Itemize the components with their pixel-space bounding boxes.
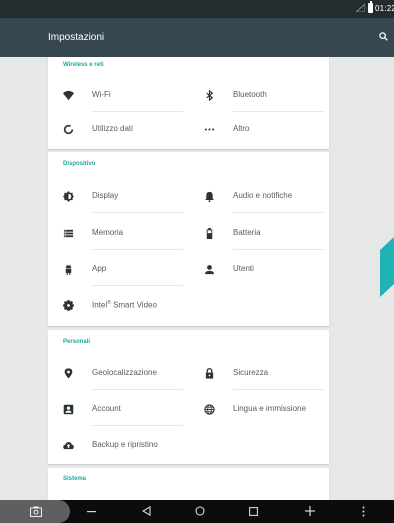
search-icon[interactable]	[379, 32, 388, 41]
more-icon	[204, 128, 215, 131]
item-label: Batteria	[233, 228, 261, 237]
android-icon	[65, 264, 72, 275]
section-header: Sistema	[63, 476, 87, 482]
item-label: Utenti	[233, 264, 254, 273]
settings-list: Wireless e reti Wi-Fi Bluetooth Utilizzo…	[0, 57, 394, 500]
item-label: Account	[92, 404, 121, 413]
divider	[92, 249, 183, 250]
item-label: Backup e ripristino	[92, 440, 158, 449]
screenshot-button[interactable]	[0, 500, 70, 523]
navigation-bar	[0, 500, 394, 523]
back-icon[interactable]	[142, 506, 151, 516]
account-icon	[63, 404, 74, 415]
battery-status-icon	[368, 1, 373, 13]
storage-icon	[63, 229, 74, 238]
item-label: Geolocalizzazione	[92, 368, 157, 377]
location-item[interactable]: Geolocalizzazione	[48, 356, 188, 390]
section-wireless: Wireless e reti Wi-Fi Bluetooth Utilizzo…	[48, 57, 329, 149]
more-item[interactable]: Altro	[189, 112, 329, 146]
divider	[92, 212, 183, 213]
account-item[interactable]: Account	[48, 392, 188, 426]
storage-item[interactable]: Memoria	[48, 216, 188, 250]
status-bar: 01:22	[0, 0, 394, 18]
item-label: Utilizzo dati	[92, 124, 133, 133]
divider	[92, 389, 183, 390]
app-bar: Impostazioni	[0, 18, 394, 57]
wifi-item[interactable]: Wi-Fi	[48, 78, 188, 112]
divider	[233, 249, 324, 250]
battery-item[interactable]: Batteria	[189, 216, 329, 250]
clock: 01:22	[375, 4, 394, 13]
divider	[92, 425, 183, 426]
item-label: Memoria	[92, 228, 124, 237]
recent-apps-icon[interactable]	[249, 507, 258, 516]
backup-item[interactable]: Backup e ripristino	[48, 428, 188, 462]
wifi-icon	[63, 90, 74, 101]
section-header: Personali	[63, 339, 91, 345]
plus-icon[interactable]	[305, 506, 315, 516]
section-system: Sistema	[48, 468, 329, 500]
section-personal: Personali Geolocalizzazione Sicurezza Ac…	[48, 330, 329, 464]
display-item[interactable]: Display	[48, 179, 188, 213]
bell-icon	[204, 191, 215, 202]
divider	[233, 389, 324, 390]
lock-icon	[205, 368, 214, 379]
apps-item[interactable]: App	[48, 252, 188, 286]
battery-icon	[206, 228, 213, 239]
signal-icon	[356, 4, 365, 12]
intel-smart-video-item[interactable]: Intel® Smart Video	[48, 288, 188, 322]
side-panel-handle[interactable]	[380, 237, 394, 297]
item-label: Sicurezza	[233, 368, 269, 377]
security-item[interactable]: Sicurezza	[189, 356, 329, 390]
item-label: Display	[92, 191, 119, 200]
overflow-menu-icon[interactable]	[362, 506, 365, 517]
section-header: Wireless e reti	[63, 62, 104, 68]
divider	[92, 285, 183, 286]
minus-icon[interactable]	[87, 511, 96, 513]
item-label: Altro	[233, 124, 250, 133]
gear-icon	[63, 300, 74, 311]
globe-icon	[204, 404, 215, 415]
audio-notifications-item[interactable]: Audio e notifiche	[189, 179, 329, 213]
users-item[interactable]: Utenti	[189, 252, 329, 286]
display-icon	[63, 191, 74, 202]
language-input-item[interactable]: Lingua e immissione	[189, 392, 329, 426]
divider	[233, 212, 324, 213]
data-usage-icon	[63, 124, 74, 135]
location-icon	[64, 368, 73, 379]
camera-icon	[30, 506, 42, 517]
item-label: Intel® Smart Video	[92, 300, 157, 310]
item-label: Bluetooth	[233, 90, 267, 99]
cloud-upload-icon	[63, 442, 74, 450]
bluetooth-item[interactable]: Bluetooth	[189, 78, 329, 112]
data-usage-item[interactable]: Utilizzo dati	[48, 112, 188, 146]
section-header: Dispositivo	[63, 161, 96, 167]
bluetooth-icon	[206, 90, 214, 101]
item-label: Wi-Fi	[92, 90, 111, 99]
item-label: Lingua e immissione	[233, 404, 306, 413]
item-label: Audio e notifiche	[233, 191, 293, 200]
page-title: Impostazioni	[48, 32, 105, 43]
section-device: Dispositivo Display Audio e notifiche Me…	[48, 152, 329, 326]
item-label: App	[92, 264, 107, 273]
user-icon	[204, 265, 215, 275]
home-icon[interactable]	[195, 506, 205, 516]
